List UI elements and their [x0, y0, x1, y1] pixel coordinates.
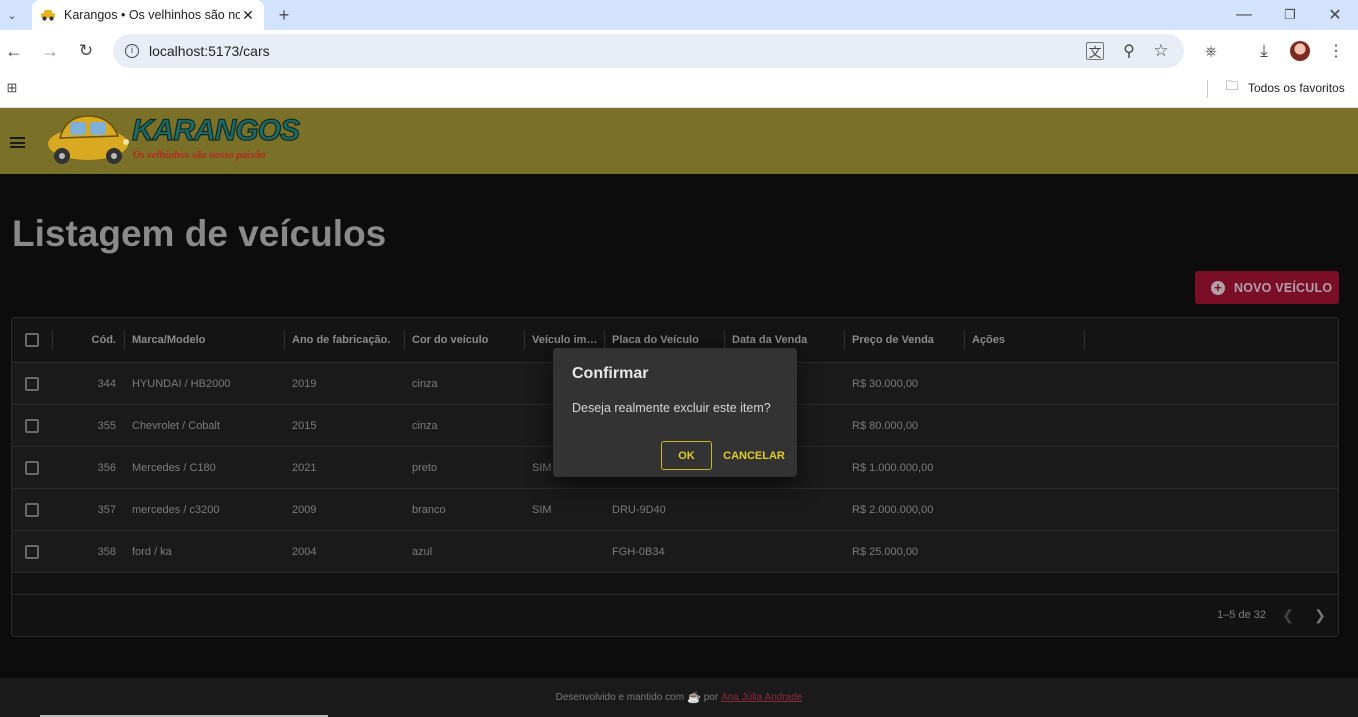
restore-icon[interactable]: ❐ — [1280, 5, 1300, 25]
cell-year: 2004 — [292, 545, 317, 558]
zoom-icon[interactable]: ⚲ — [1119, 41, 1139, 61]
bookmarks-divider — [1207, 80, 1208, 98]
url-text: localhost:5173/cars — [149, 43, 270, 59]
close-tab-icon[interactable]: ✕ — [240, 7, 256, 24]
new-tab-icon[interactable]: + — [274, 5, 294, 25]
author-link[interactable]: Ana Júlia Andrade — [721, 692, 802, 703]
col-model[interactable]: Marca/Modelo — [132, 318, 282, 362]
col-code[interactable]: Cód. — [52, 318, 118, 362]
minimize-icon[interactable]: — — [1234, 5, 1254, 25]
cell-model: ford / ka — [132, 545, 172, 558]
cell-sale-date — [732, 489, 842, 530]
hamburger-menu-icon[interactable] — [10, 137, 25, 148]
logo-title: KARANGOS — [131, 113, 300, 147]
col-actions[interactable]: Ações — [972, 318, 1082, 362]
page-title: Listagem de veículos — [12, 213, 387, 254]
back-icon[interactable]: ← — [4, 41, 24, 61]
browser-tab[interactable]: Karangos • Os velhinhos são no ✕ — [32, 0, 264, 30]
browser-tab-strip: ⌄ Karangos • Os velhinhos são no ✕ + — ❐… — [0, 0, 1358, 30]
cell-color: azul — [412, 545, 433, 558]
close-window-icon[interactable]: ✕ — [1325, 5, 1345, 25]
col-price[interactable]: Preço de Venda — [852, 318, 962, 362]
logo-subtitle: Os velhinhos são nossa paixão — [133, 150, 266, 161]
folder-icon: 🗀 — [1225, 78, 1239, 93]
extensions-icon[interactable]: ⎈ — [1201, 41, 1221, 61]
reload-icon[interactable]: ↻ — [76, 41, 96, 61]
row-checkbox[interactable] — [25, 502, 39, 517]
cell-code: 358 — [97, 545, 116, 558]
dialog-message: Deseja realmente excluir este item? — [572, 401, 771, 415]
dialog-title: Confirmar — [572, 365, 649, 382]
cell-model: Chevrolet / Cobalt — [132, 419, 221, 432]
translate-icon[interactable]: 文 — [1086, 42, 1104, 60]
cell-code: 356 — [97, 461, 116, 474]
footer-text: Desenvolvido e mantido com — [555, 692, 685, 703]
new-vehicle-label: NOVO VEÍCULO — [1234, 280, 1333, 295]
row-checkbox[interactable] — [25, 376, 39, 391]
cell-price: R$ 1.000.000,00 — [852, 461, 934, 474]
select-all-checkbox[interactable] — [25, 333, 39, 347]
car-logo-icon — [48, 115, 129, 164]
ok-button[interactable]: OK — [661, 441, 712, 470]
cell-color: cinza — [412, 377, 438, 390]
cell-code: 344 — [97, 377, 116, 390]
row-checkbox[interactable] — [25, 418, 39, 433]
cell-sale-date — [732, 531, 842, 572]
table-footer: 1–5 de 32 ❮ ❯ — [12, 594, 1338, 636]
cell-code: 357 — [97, 503, 116, 516]
cell-model: mercedes / c3200 — [132, 503, 220, 516]
cell-color: branco — [412, 503, 446, 516]
new-vehicle-button[interactable]: + NOVO VEÍCULO — [1195, 271, 1339, 304]
cell-code: 355 — [97, 419, 116, 432]
confirm-dialog: Confirmar Deseja realmente excluir este … — [553, 348, 797, 477]
tab-title: Karangos • Os velhinhos são no — [64, 8, 240, 22]
next-page-icon[interactable]: ❯ — [1310, 605, 1330, 625]
bookmark-star-icon[interactable]: ☆ — [1151, 41, 1171, 61]
cell-plate: FGH-0B34 — [612, 545, 665, 558]
row-checkbox[interactable] — [25, 544, 39, 559]
apps-grid-icon[interactable]: ⊞ — [4, 80, 20, 96]
bookmarks-bar: ⊞ 🗀 Todos os favoritos — [0, 72, 1358, 108]
page-footer: Desenvolvido e mantido com ☕ por Ana Júl… — [0, 678, 1358, 717]
add-circle-icon: + — [1211, 280, 1225, 295]
cell-plate: DRU-9D40 — [612, 503, 666, 516]
menu-kebab-icon[interactable]: ⋮ — [1326, 41, 1346, 61]
table-row[interactable]: 358 ford / ka 2004 azul FGH-0B34 R$ 25.0… — [12, 531, 1338, 573]
col-year[interactable]: Ano de fabricação. — [292, 318, 402, 362]
table-row[interactable]: 357 mercedes / c3200 2009 branco SIM DRU… — [12, 489, 1338, 531]
cell-year: 2009 — [292, 503, 317, 516]
footer-by: por — [703, 692, 719, 703]
coffee-icon: ☕ — [687, 692, 701, 704]
cell-year: 2015 — [292, 419, 317, 432]
pagination-label: 1–5 de 32 — [1217, 609, 1266, 621]
address-bar[interactable]: i localhost:5173/cars — [113, 34, 1184, 68]
site-info-icon[interactable]: i — [125, 44, 139, 58]
cell-price: R$ 80.000,00 — [852, 419, 919, 432]
cell-model: HYUNDAI / HB2000 — [132, 377, 231, 390]
cancel-button[interactable]: CANCELAR — [719, 441, 789, 470]
car-favicon-icon — [40, 7, 56, 23]
profile-avatar[interactable] — [1290, 41, 1310, 61]
all-bookmarks-link[interactable]: Todos os favoritos — [1248, 81, 1345, 95]
logo[interactable]: KARANGOS Os velhinhos são nossa paixão — [46, 112, 301, 170]
col-color[interactable]: Cor do veículo — [412, 318, 522, 362]
cell-imported — [532, 531, 606, 572]
cell-model: Mercedes / C180 — [132, 461, 216, 474]
cell-color: cinza — [412, 419, 438, 432]
cell-price: R$ 25.000,00 — [852, 545, 919, 558]
app-header: KARANGOS Os velhinhos são nossa paixão — [0, 108, 1358, 174]
tab-search-icon[interactable]: ⌄ — [4, 7, 20, 23]
cell-price: R$ 30.000,00 — [852, 377, 919, 390]
forward-icon[interactable]: → — [40, 41, 60, 61]
cell-color: preto — [412, 461, 438, 474]
cell-price: R$ 2.000.000,00 — [852, 503, 934, 516]
download-icon[interactable]: ⤓ — [1254, 41, 1274, 61]
cell-year: 2021 — [292, 461, 317, 474]
prev-page-icon[interactable]: ❮ — [1278, 605, 1298, 625]
cell-imported: SIM — [532, 503, 552, 516]
row-checkbox[interactable] — [25, 460, 39, 475]
cell-year: 2019 — [292, 377, 317, 390]
